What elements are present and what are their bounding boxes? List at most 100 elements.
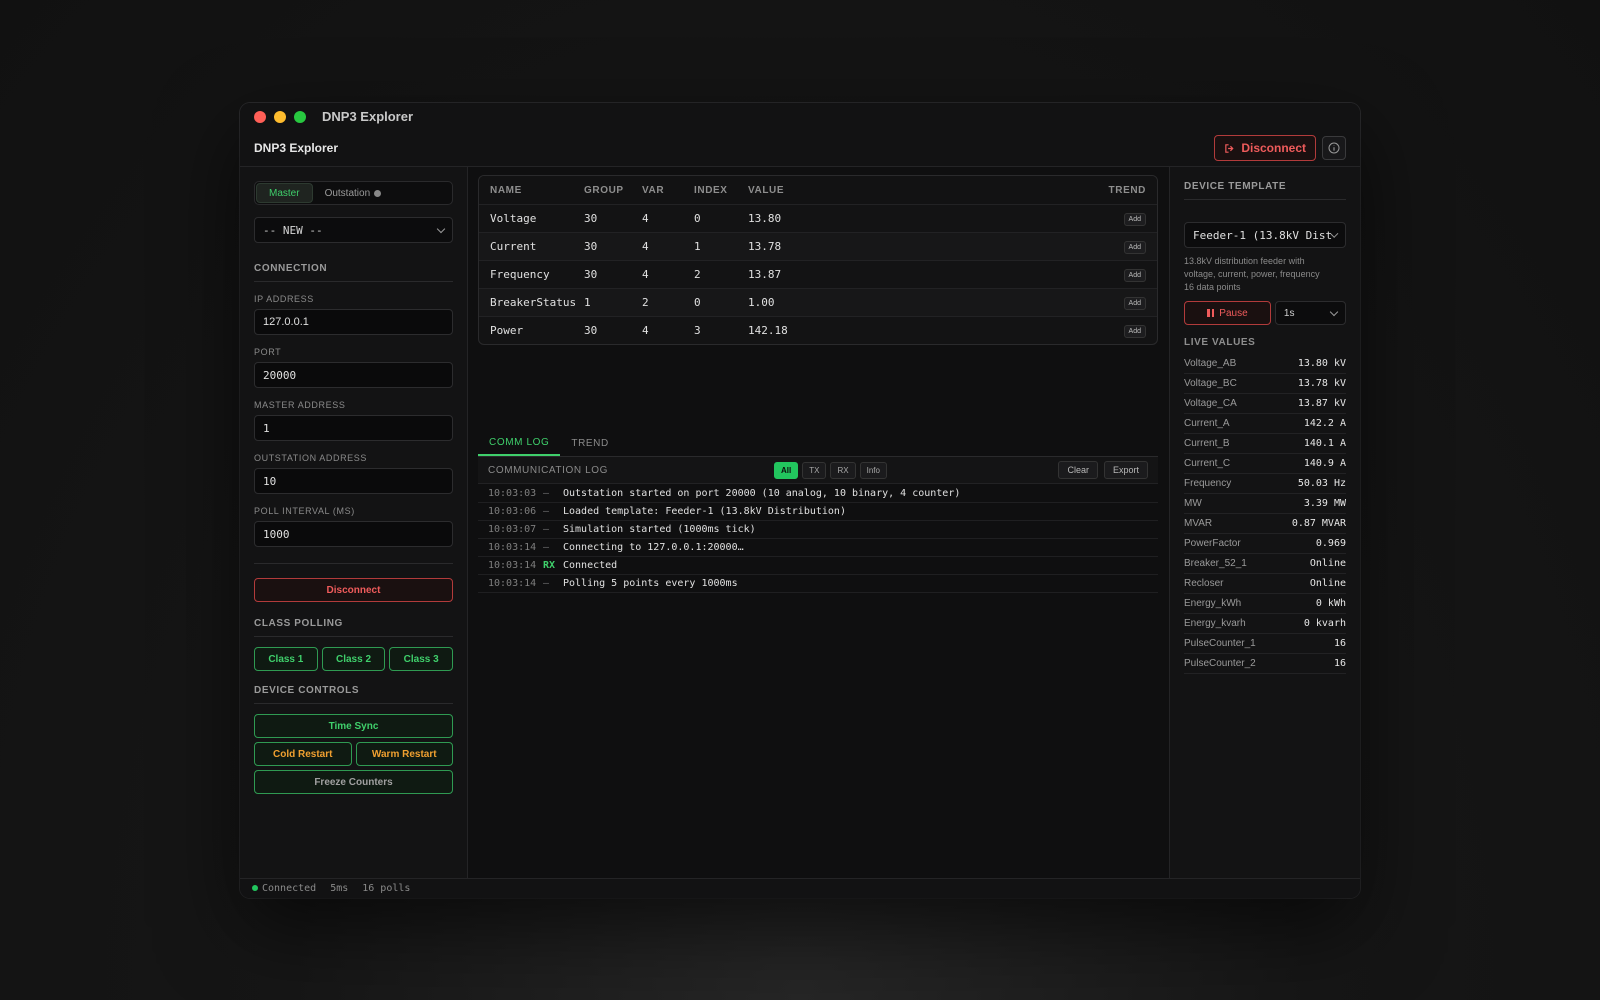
add-trend-button[interactable]: Add — [1123, 268, 1146, 282]
live-value-name: Current_B — [1184, 438, 1230, 449]
class-2-label: Class 2 — [335, 653, 372, 665]
log-entry: 10:03:03 — Outstation started on port 20… — [478, 485, 1158, 503]
outstation-address-label: OUTSTATION ADDRESS — [254, 453, 367, 463]
table-row[interactable]: Frequency 30 4 2 13.87 Add — [479, 260, 1157, 288]
add-trend-button[interactable]: Add — [1123, 212, 1146, 226]
live-value: 0 kvarh — [1303, 618, 1346, 629]
live-value-row: Voltage_CA 13.87 kV — [1184, 394, 1346, 414]
add-trend-button[interactable]: Add — [1123, 240, 1146, 254]
tab-comm-log[interactable]: COMM LOG — [478, 431, 561, 456]
log-entry: 10:03:06 — Loaded template: Feeder-1 (13… — [478, 503, 1158, 521]
header-disconnect-button[interactable]: Disconnect — [1214, 135, 1316, 161]
table-row[interactable]: Voltage 30 4 0 13.80 Add — [479, 204, 1157, 232]
live-value-name: PowerFactor — [1184, 538, 1241, 549]
point-index: 1 — [694, 240, 701, 253]
point-group: 30 — [584, 268, 598, 281]
cold-restart-label: Cold Restart — [273, 748, 333, 760]
live-value-row: Breaker_52_1 Online — [1184, 554, 1346, 574]
pause-label: Pause — [1219, 307, 1248, 319]
class-polling-title: CLASS POLLING — [254, 618, 453, 637]
log-message: Connecting to 127.0.0.1:20000… — [563, 542, 744, 553]
add-trend-button[interactable]: Add — [1123, 296, 1146, 310]
time-sync-button[interactable]: Time Sync — [254, 714, 453, 738]
col-index[interactable]: INDEX — [694, 185, 748, 196]
live-value-name: Current_A — [1184, 418, 1230, 429]
log-title: COMMUNICATION LOG — [488, 464, 609, 476]
col-value[interactable]: VALUE — [748, 185, 1087, 196]
disconnect-button[interactable]: Disconnect — [254, 578, 453, 602]
filter-info[interactable]: Info — [859, 461, 887, 479]
master-address-label: MASTER ADDRESS — [254, 400, 346, 410]
table-row[interactable]: Current 30 4 1 13.78 Add — [479, 232, 1157, 260]
point-var: 4 — [642, 268, 649, 281]
status-dot — [252, 885, 258, 891]
minimize-window-button[interactable] — [274, 110, 286, 123]
interval-value: 1s — [1283, 307, 1295, 319]
point-var: 4 — [642, 324, 649, 337]
log-time: 10:03:14 — [488, 560, 537, 571]
export-log-button[interactable]: Export — [1103, 461, 1148, 479]
point-name: Voltage — [490, 212, 537, 225]
poll-interval-input[interactable]: 1000 — [254, 521, 453, 547]
col-name[interactable]: NAME — [479, 185, 584, 196]
close-window-button[interactable] — [254, 110, 266, 123]
col-group[interactable]: GROUP — [584, 185, 642, 196]
session-select[interactable]: -- NEW -- — [254, 217, 453, 243]
pause-button[interactable]: Pause — [1184, 301, 1271, 325]
port-label: PORT — [254, 347, 282, 357]
live-value-row: Energy_kWh 0 kWh — [1184, 594, 1346, 614]
class-1-button[interactable]: Class 1 — [254, 647, 318, 671]
add-trend-button[interactable]: Add — [1123, 324, 1146, 338]
master-address-input[interactable]: 1 — [254, 415, 453, 441]
live-value: 13.87 kV — [1297, 398, 1346, 409]
template-select[interactable]: Feeder-1 (13.8kV Dist — [1184, 222, 1346, 248]
divider — [254, 563, 453, 564]
clear-log-button[interactable]: Clear — [1058, 461, 1098, 479]
tab-master[interactable]: Master — [256, 183, 313, 203]
pause-icon — [1207, 309, 1215, 317]
live-value-row: Current_B 140.1 A — [1184, 434, 1346, 454]
live-value: Online — [1309, 558, 1346, 569]
point-name: Frequency — [490, 268, 550, 281]
class-3-button[interactable]: Class 3 — [389, 647, 454, 671]
time-sync-label: Time Sync — [328, 720, 379, 732]
template-desc-line: 13.8kV distribution feeder with — [1184, 256, 1305, 266]
tab-trend[interactable]: TREND — [560, 431, 619, 456]
app-window: DNP3 Explorer DNP3 Explorer Disconnect M… — [240, 103, 1360, 898]
main-content: NAME GROUP VAR INDEX VALUE TREND Voltage… — [468, 167, 1169, 878]
template-desc-line: voltage, current, power, frequency — [1184, 269, 1320, 279]
maximize-window-button[interactable] — [294, 110, 306, 123]
tab-outstation-label: Outstation — [324, 187, 371, 199]
point-group: 30 — [584, 240, 598, 253]
log-time: 10:03:14 — [488, 578, 537, 589]
log-entry: 10:03:07 — Simulation started (1000ms ti… — [478, 521, 1158, 539]
poll-interval-label: POLL INTERVAL (MS) — [254, 506, 355, 516]
col-var[interactable]: VAR — [642, 185, 694, 196]
latency: 5ms — [330, 883, 349, 894]
log-time: 10:03:03 — [488, 488, 537, 499]
poll-interval-value: 1000 — [263, 527, 290, 541]
cold-restart-button[interactable]: Cold Restart — [254, 742, 352, 766]
filter-all[interactable]: All — [774, 461, 799, 479]
filter-rx[interactable]: RX — [830, 461, 856, 479]
warm-restart-button[interactable]: Warm Restart — [355, 742, 453, 766]
table-row[interactable]: BreakerStatus 1 2 0 1.00 Add — [479, 288, 1157, 316]
outstation-address-input[interactable]: 10 — [254, 468, 453, 494]
device-controls-title: DEVICE CONTROLS — [254, 685, 453, 704]
interval-select[interactable]: 1s — [1274, 301, 1346, 325]
live-value: 0.969 — [1315, 538, 1346, 549]
template-select-value: Feeder-1 (13.8kV Dist — [1193, 228, 1333, 242]
freeze-counters-button[interactable]: Freeze Counters — [254, 770, 453, 794]
point-var: 4 — [642, 240, 649, 253]
col-trend[interactable]: TREND — [1087, 185, 1157, 196]
left-panel: Master Outstation -- NEW -- CONNECTION I… — [240, 167, 468, 878]
log-filters: All TX RX Info — [774, 461, 887, 479]
port-input[interactable]: 20000 — [254, 362, 453, 388]
info-button[interactable] — [1322, 136, 1346, 160]
ip-address-input[interactable]: 127.0.0.1 — [254, 309, 453, 335]
table-row[interactable]: Power 30 4 3 142.18 Add — [479, 316, 1157, 344]
filter-tx[interactable]: TX — [802, 461, 827, 479]
class-2-button[interactable]: Class 2 — [321, 647, 386, 671]
live-value-row: PulseCounter_2 16 — [1184, 654, 1346, 674]
tab-outstation[interactable]: Outstation — [313, 183, 394, 203]
